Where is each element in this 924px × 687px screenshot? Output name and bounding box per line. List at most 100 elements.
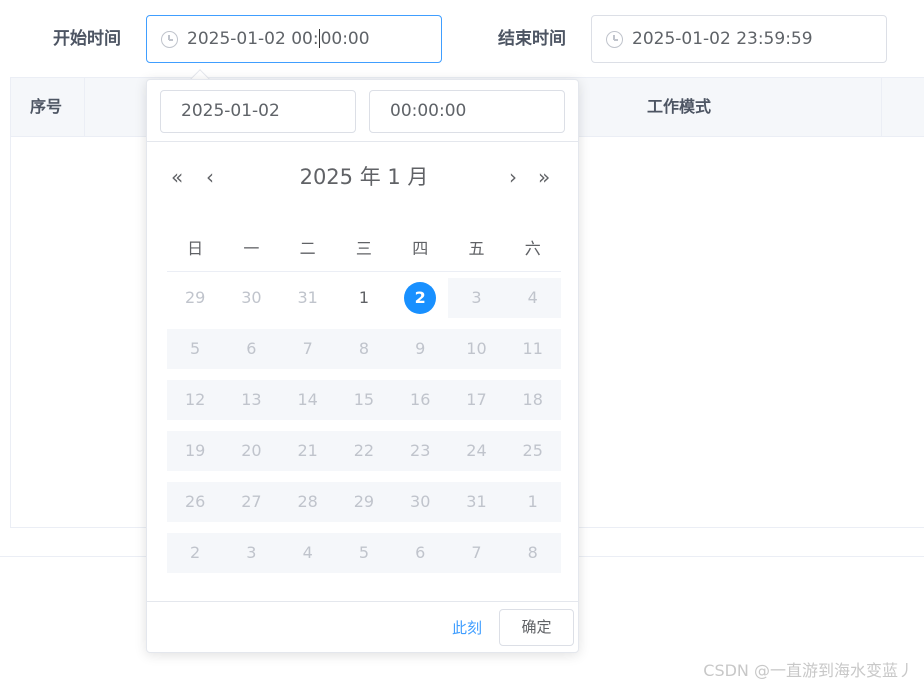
calendar-day-label: 8 [358,339,370,358]
calendar-week-row: 2 3 4 5 6 7 8 [167,533,561,573]
calendar-day: 6 [392,533,449,573]
calendar-day: 21 [279,431,336,471]
calendar-day-label: 31 [297,288,318,307]
calendar-day-label: 21 [297,441,318,460]
table-header-work-mode: 工作模式 [647,97,712,116]
calendar-day-label: 25 [522,441,543,460]
weekday-label: 日 [187,239,204,258]
calendar-day-label: 28 [297,492,318,511]
calendar-day: 7 [279,329,336,369]
calendar-day-label: 14 [297,390,318,409]
calendar-day-selected[interactable]: 2 [392,278,448,318]
calendar-day-label: 3 [246,543,257,562]
calendar-day-label: 30 [410,492,431,511]
calendar-day: 4 [504,278,561,318]
calendar-day-label: 31 [466,492,487,511]
month-year-title[interactable]: 2025 年 1 月 [297,162,431,192]
clock-icon [161,31,178,48]
calendar-day: 18 [504,380,561,420]
calendar-day-label: 24 [466,441,487,460]
calendar-day: 1 [504,482,561,522]
weekday-header-row: 日 一 二 三 四 五 六 [167,226,561,272]
picker-date-input[interactable]: 2025-01-02 [160,90,356,133]
prev-month-icon[interactable]: ‹ [206,166,214,188]
picker-time-input[interactable]: 00:00:00 [369,90,565,133]
calendar-day-label: 18 [522,390,543,409]
calendar-day-label: 10 [466,339,487,358]
calendar-day-label: 2 [190,543,201,562]
calendar-day: 8 [335,329,393,369]
prev-year-icon[interactable]: « [171,166,183,188]
calendar-day: 19 [167,431,224,471]
calendar-day: 29 [335,482,393,522]
calendar-day: 3 [448,278,505,318]
start-time-label: 开始时间 [53,29,121,49]
calendar-day: 31 [448,482,505,522]
calendar-day: 27 [223,482,280,522]
weekday-label: 六 [524,239,541,258]
start-time-value-after-caret: 00:00 [320,29,370,49]
confirm-button[interactable]: 确定 [499,609,574,646]
calendar-day: 6 [223,329,280,369]
calendar-week-row: 26 27 28 29 30 31 1 [167,482,561,522]
calendar-day-label: 2 [404,282,437,314]
calendar-week-row: 19 20 21 22 23 24 25 [167,431,561,471]
calendar-day-label: 11 [522,339,543,358]
calendar-day: 31 [280,278,336,318]
calendar-day: 12 [167,380,224,420]
end-time-value: 2025-01-02 23:59:59 [632,29,813,49]
next-month-icon[interactable]: › [509,166,517,188]
clock-icon [606,31,623,48]
calendar-week-row: 12 13 14 15 16 17 18 [167,380,561,420]
calendar-day: 8 [504,533,561,573]
calendar-day-label: 8 [527,543,538,562]
calendar-day-label: 1 [358,288,370,307]
calendar-day: 20 [223,431,280,471]
calendar-day-label: 7 [302,339,313,358]
table-header-seq: 序号 [30,97,63,116]
calendar-day: 9 [392,329,449,369]
calendar-day-label: 29 [184,288,206,307]
calendar-day-label: 22 [353,441,375,460]
end-time-label: 结束时间 [498,29,566,49]
calendar-day: 14 [279,380,336,420]
calendar-day-label: 13 [241,390,262,409]
calendar-grid: 日 一 二 三 四 五 六 29 30 31 1 2 3 4 5 6 7 8 9 10 11 12 13 14 1… [167,226,561,573]
calendar-day: 17 [448,380,505,420]
calendar-day: 4 [279,533,336,573]
calendar-day[interactable]: 1 [336,278,392,318]
calendar-day-label: 23 [410,441,431,460]
calendar-day-label: 16 [410,390,431,409]
calendar-day: 3 [223,533,280,573]
calendar-day: 10 [448,329,505,369]
now-button[interactable]: 此刻 [452,618,482,638]
weekday-label: 一 [243,239,260,258]
calendar-day-label: 27 [241,492,262,511]
calendar-day-label: 17 [466,390,487,409]
weekday-label: 五 [468,239,485,258]
calendar-day-label: 12 [184,390,206,409]
next-year-icon[interactable]: » [538,166,550,188]
calendar-day-label: 7 [471,543,482,562]
calendar-day-label: 5 [358,543,370,562]
calendar-day: 15 [335,380,393,420]
weekday-label: 二 [299,239,316,258]
calendar-day: 23 [392,431,449,471]
calendar-day: 13 [223,380,280,420]
calendar-day-label: 4 [302,543,313,562]
calendar-day: 29 [167,278,223,318]
start-time-value-before-caret: 2025-01-02 00: [187,29,319,49]
start-time-input[interactable]: 2025-01-02 00: 00:00 [146,15,442,63]
calendar-day: 2 [167,533,224,573]
calendar-day: 25 [504,431,561,471]
watermark: CSDN @一直游到海水变蓝丿 [703,661,914,680]
calendar-day-label: 4 [527,288,538,307]
divider [147,141,578,142]
calendar-day: 24 [448,431,505,471]
calendar-day-label: 20 [241,441,262,460]
weekday-label: 三 [355,239,372,258]
calendar-day: 26 [167,482,224,522]
end-time-input[interactable]: 2025-01-02 23:59:59 [591,15,887,63]
text-caret [318,28,320,48]
calendar-day: 5 [167,329,224,369]
